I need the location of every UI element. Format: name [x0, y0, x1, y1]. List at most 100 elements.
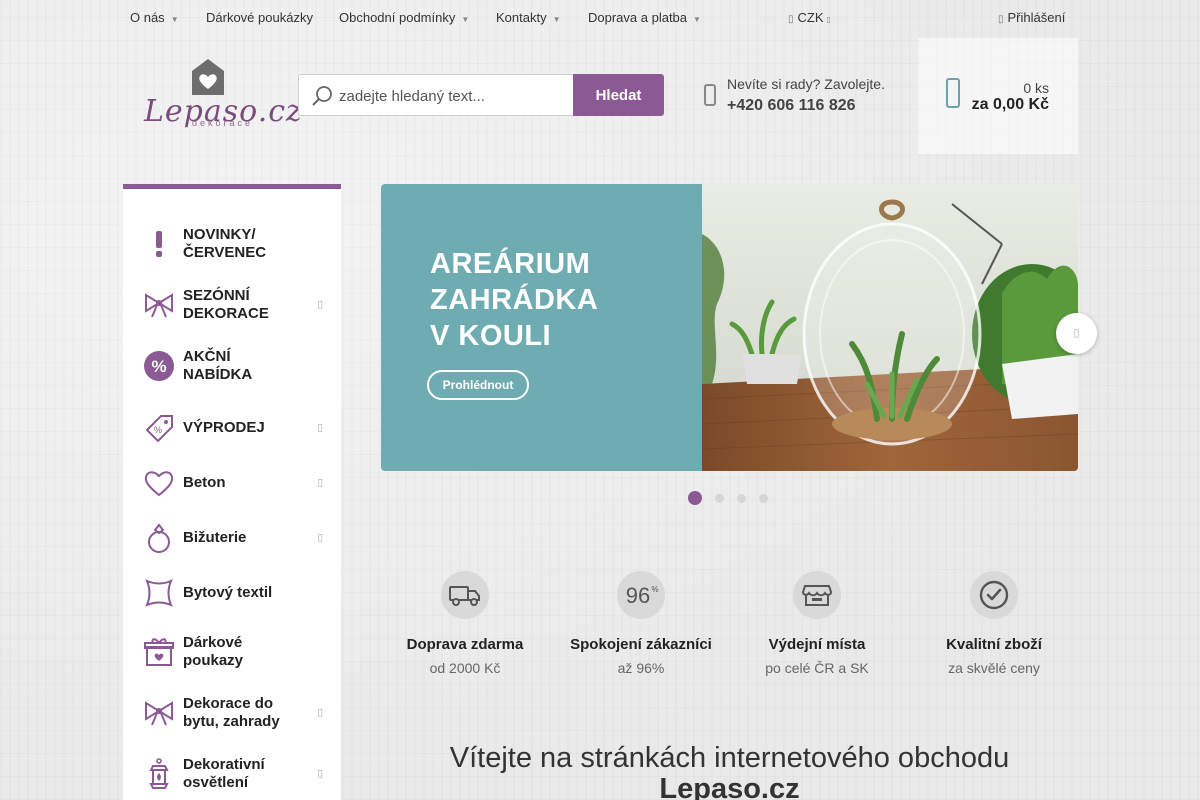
search-button[interactable]: Hledat	[573, 74, 664, 116]
hero-banner[interactable]: AREÁRIUM ZAHRÁDKA V KOULI Prohlédnout	[381, 184, 1078, 471]
benefit-title: Kvalitní zboží	[946, 636, 1042, 653]
benefit-title: Doprava zdarma	[406, 636, 524, 653]
carousel-dot[interactable]	[759, 494, 768, 503]
site-logo[interactable]: Lepaso.cz dekorace	[140, 52, 302, 142]
nav-item-obchodni-podminky[interactable]: Obchodní podmínky ▼	[339, 10, 469, 25]
category-bytovy-textil[interactable]: Bytový textil	[123, 565, 341, 621]
currency-selector[interactable]: ▯ CZK ▯	[788, 10, 831, 25]
top-navigation: O nás ▼ Dárkové poukázky Obchodní podmínk…	[0, 0, 1200, 34]
category-label: Dárkové poukazy	[183, 634, 244, 669]
cart-total: za 0,00 Kč	[971, 96, 1049, 113]
percent-96-icon: 96 %	[617, 571, 665, 619]
chevron-down-icon: ▼	[693, 15, 701, 24]
category-novinky[interactable]: NOVINKY/ ČERVENEC	[123, 216, 341, 272]
svg-text:%: %	[651, 585, 658, 594]
svg-text:%: %	[154, 425, 162, 435]
welcome-line2: Lepaso.cz	[659, 773, 800, 800]
phone-number[interactable]: +420 606 116 826	[727, 97, 856, 115]
category-bizuterie[interactable]: Bižuterie ▯	[123, 510, 341, 566]
search-icon	[312, 86, 332, 106]
welcome-line1: Vítejte na stránkách internetového obcho…	[449, 742, 1010, 774]
chevron-right-icon: ▯	[317, 532, 323, 544]
chevron-down-icon: ▼	[461, 15, 470, 24]
bow-icon	[145, 701, 173, 726]
category-label: Dekorace do bytu, zahrady	[183, 695, 280, 730]
category-dekorativni-osvetleni[interactable]: Dekorativní osvětlení ▯	[123, 746, 341, 800]
benefit-subtitle: až 96%	[617, 660, 665, 676]
category-darkove-poukazy[interactable]: Dárkové poukazy	[123, 624, 341, 680]
search-box	[298, 74, 574, 116]
login-link[interactable]: ▯ Přihlášení	[998, 10, 1065, 25]
nav-item-darkove-poukazky[interactable]: Dárkové poukázky	[206, 10, 313, 25]
nav-item-o-nas[interactable]: O nás ▼	[130, 10, 179, 25]
category-label: Bytový textil	[183, 584, 273, 601]
check-icon	[970, 571, 1018, 619]
category-vyprodej[interactable]: % VÝPRODEJ ▯	[123, 400, 341, 456]
tag-icon: %	[145, 415, 173, 443]
phone-contact: Nevíte si rady? Zavolejte. +420 606 116 …	[704, 74, 904, 118]
category-beton[interactable]: Beton ▯	[123, 455, 341, 511]
search-bar: Hledat	[298, 74, 664, 116]
cart-icon	[946, 78, 960, 108]
store-icon	[793, 571, 841, 619]
carousel-next-button[interactable]: ▯	[1056, 313, 1097, 354]
heart-icon	[144, 471, 174, 497]
benefit-title: Spokojení zákazníci	[570, 636, 712, 653]
category-label: NOVINKY/ ČERVENEC	[183, 226, 267, 261]
chevron-right-icon: ▯	[1073, 327, 1080, 339]
carousel-dot[interactable]	[688, 491, 702, 505]
category-label: Beton	[183, 474, 226, 491]
chevron-right-icon: ▯	[317, 422, 323, 434]
benefit-subtitle: za skvělé ceny	[948, 660, 1040, 676]
category-label: VÝPRODEJ	[183, 419, 265, 436]
banner-text-panel: AREÁRIUM ZAHRÁDKA V KOULI Prohlédnout	[381, 184, 702, 471]
cart-count: 0 ks	[1023, 80, 1049, 96]
chevron-right-icon: ▯	[317, 477, 323, 489]
banner-title: AREÁRIUM ZAHRÁDKA V KOULI	[430, 248, 599, 352]
category-akcni-nabidka[interactable]: % AKČNÍ NABÍDKA	[123, 338, 341, 394]
category-label: Bižuterie	[183, 529, 247, 546]
benefit-pickup-points: Výdejní místa po celé ČR a SK	[729, 571, 905, 681]
phone-label: Nevíte si rady? Zavolejte.	[727, 76, 885, 92]
exclamation-icon	[156, 231, 162, 257]
truck-icon	[441, 571, 489, 619]
benefit-subtitle: od 2000 Kč	[429, 660, 501, 676]
benefit-satisfied-customers: 96 % Spokojení zákazníci až 96%	[553, 571, 729, 681]
search-input[interactable]	[339, 85, 567, 107]
banner-terrarium-image	[702, 184, 1078, 471]
percent-icon: %	[144, 351, 174, 381]
benefit-quality-goods: Kvalitní zboží za skvělé ceny	[906, 571, 1082, 681]
carousel-dot[interactable]	[737, 494, 746, 503]
lantern-icon	[149, 758, 169, 789]
currency-icon: ▯	[788, 14, 794, 25]
benefit-subtitle: po celé ČR a SK	[765, 660, 869, 676]
gift-icon	[144, 638, 174, 666]
chevron-right-icon: ▯	[317, 707, 323, 719]
welcome-heading: Vítejte na stránkách internetového obcho…	[381, 743, 1078, 800]
cart-widget[interactable]: 0 ks za 0,00 Kč	[918, 38, 1078, 154]
category-label: AKČNÍ NABÍDKA	[183, 348, 253, 383]
house-heart-icon	[192, 59, 224, 95]
chevron-down-icon: ▯	[826, 15, 831, 24]
benefit-free-shipping: Doprava zdarma od 2000 Kč	[377, 571, 553, 681]
bow-icon	[145, 293, 173, 318]
chevron-down-icon: ▼	[170, 15, 179, 24]
category-label: SEZÓNNÍ DEKORACE	[183, 287, 269, 322]
benefit-title: Výdejní místa	[768, 636, 866, 653]
cushion-icon	[145, 579, 173, 607]
nav-item-kontakty[interactable]: Kontakty ▼	[496, 10, 561, 25]
chevron-right-icon: ▯	[317, 768, 323, 780]
category-sidebar: NOVINKY/ ČERVENEC SEZÓNNÍ DEKORACE ▯ % A…	[123, 184, 341, 800]
ring-icon	[148, 523, 170, 553]
carousel-dot[interactable]	[715, 494, 724, 503]
phone-icon	[704, 84, 716, 106]
user-icon: ▯	[998, 14, 1004, 25]
category-dekorace-do-bytu[interactable]: Dekorace do bytu, zahrady ▯	[123, 685, 341, 741]
chevron-down-icon: ▼	[552, 15, 561, 24]
banner-cta-button[interactable]: Prohlédnout	[427, 370, 529, 400]
nav-item-doprava-a-platba[interactable]: Doprava a platba ▼	[588, 10, 701, 25]
svg-text:96: 96	[626, 583, 650, 608]
svg-text:%: %	[151, 357, 166, 376]
category-sezonni-dekorace[interactable]: SEZÓNNÍ DEKORACE ▯	[123, 277, 341, 333]
logo-subtitle: dekorace	[192, 118, 254, 128]
